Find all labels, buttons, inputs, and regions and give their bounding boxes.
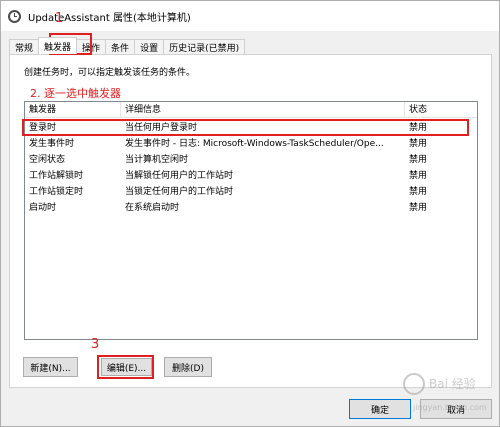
row-details: 当任何用户登录时 — [125, 123, 198, 133]
row-status: 禁用 — [409, 203, 428, 213]
row-trigger: 发生事件时 — [29, 139, 75, 149]
row-status: 禁用 — [409, 139, 428, 149]
list-header: 触发器 详细信息 状态 — [25, 102, 477, 118]
row-trigger: 工作站锁定时 — [29, 187, 84, 197]
annotation-step-1: 1 — [55, 11, 64, 26]
triggers-list[interactable]: 触发器 详细信息 状态 登录时 当任何用户登录时 禁用 发生事件时 发生事件时 … — [24, 101, 478, 340]
edit-trigger-button[interactable]: 编辑(E)... — [101, 358, 152, 376]
window-title: UpdateAssistant 属性(本地计算机) — [28, 12, 191, 24]
clock-icon — [8, 9, 21, 23]
tab-strip: 常规 触发器 操作 条件 设置 历史记录(已禁用) — [9, 37, 246, 54]
table-row[interactable]: 发生事件时 发生事件时 - 日志: Microsoft-Windows-Task… — [25, 138, 477, 151]
title-bar: UpdateAssistant 属性(本地计算机) — [1, 1, 499, 31]
annotation-step-3: 3 — [91, 337, 100, 352]
tab-triggers[interactable]: 触发器 — [38, 37, 78, 54]
triggers-panel: 创建任务时，可以指定触发该任务的条件。 触发器 详细信息 状态 登录时 当任何用… — [9, 54, 492, 388]
row-details: 发生事件时 - 日志: Microsoft-Windows-TaskSchedu… — [125, 139, 384, 149]
row-status: 禁用 — [409, 171, 428, 181]
column-header-details[interactable]: 详细信息 — [121, 102, 405, 118]
column-header-status[interactable]: 状态 — [405, 102, 477, 118]
row-details: 在系统启动时 — [125, 203, 180, 213]
tab-actions[interactable]: 操作 — [76, 39, 107, 54]
row-details: 当解锁任何用户的工作站时 — [125, 171, 234, 181]
table-row[interactable]: 登录时 当任何用户登录时 禁用 — [25, 122, 477, 135]
row-status: 禁用 — [409, 123, 428, 133]
column-header-trigger[interactable]: 触发器 — [25, 102, 121, 118]
tab-history[interactable]: 历史记录(已禁用) — [163, 39, 246, 54]
row-trigger: 空闲状态 — [29, 155, 66, 165]
row-status: 禁用 — [409, 187, 428, 197]
row-details: 当锁定任何用户的工作站时 — [125, 187, 234, 197]
row-trigger: 工作站解锁时 — [29, 171, 84, 181]
new-trigger-button[interactable]: 新建(N)... — [23, 357, 78, 377]
task-properties-dialog: UpdateAssistant 属性(本地计算机) 常规 触发器 操作 条件 设… — [0, 0, 500, 427]
row-status: 禁用 — [409, 155, 428, 165]
tab-general[interactable]: 常规 — [9, 39, 40, 54]
row-trigger: 登录时 — [29, 123, 57, 133]
tab-conditions[interactable]: 条件 — [105, 39, 136, 54]
triggers-description: 创建任务时，可以指定触发该任务的条件。 — [24, 68, 196, 78]
row-trigger: 启动时 — [29, 203, 57, 213]
annotation-step-2: 2. 逐一选中触发器 — [30, 87, 121, 100]
table-row[interactable]: 工作站解锁时 当解锁任何用户的工作站时 禁用 — [25, 170, 477, 183]
delete-trigger-button[interactable]: 删除(D) — [164, 357, 212, 377]
tab-settings[interactable]: 设置 — [134, 39, 165, 54]
table-row[interactable]: 启动时 在系统启动时 禁用 — [25, 202, 477, 215]
table-row[interactable]: 工作站锁定时 当锁定任何用户的工作站时 禁用 — [25, 186, 477, 199]
cancel-button[interactable]: 取消 — [420, 399, 492, 419]
row-details: 当计算机空闲时 — [125, 155, 189, 165]
ok-button[interactable]: 确定 — [349, 399, 411, 419]
table-row[interactable]: 空闲状态 当计算机空闲时 禁用 — [25, 154, 477, 167]
